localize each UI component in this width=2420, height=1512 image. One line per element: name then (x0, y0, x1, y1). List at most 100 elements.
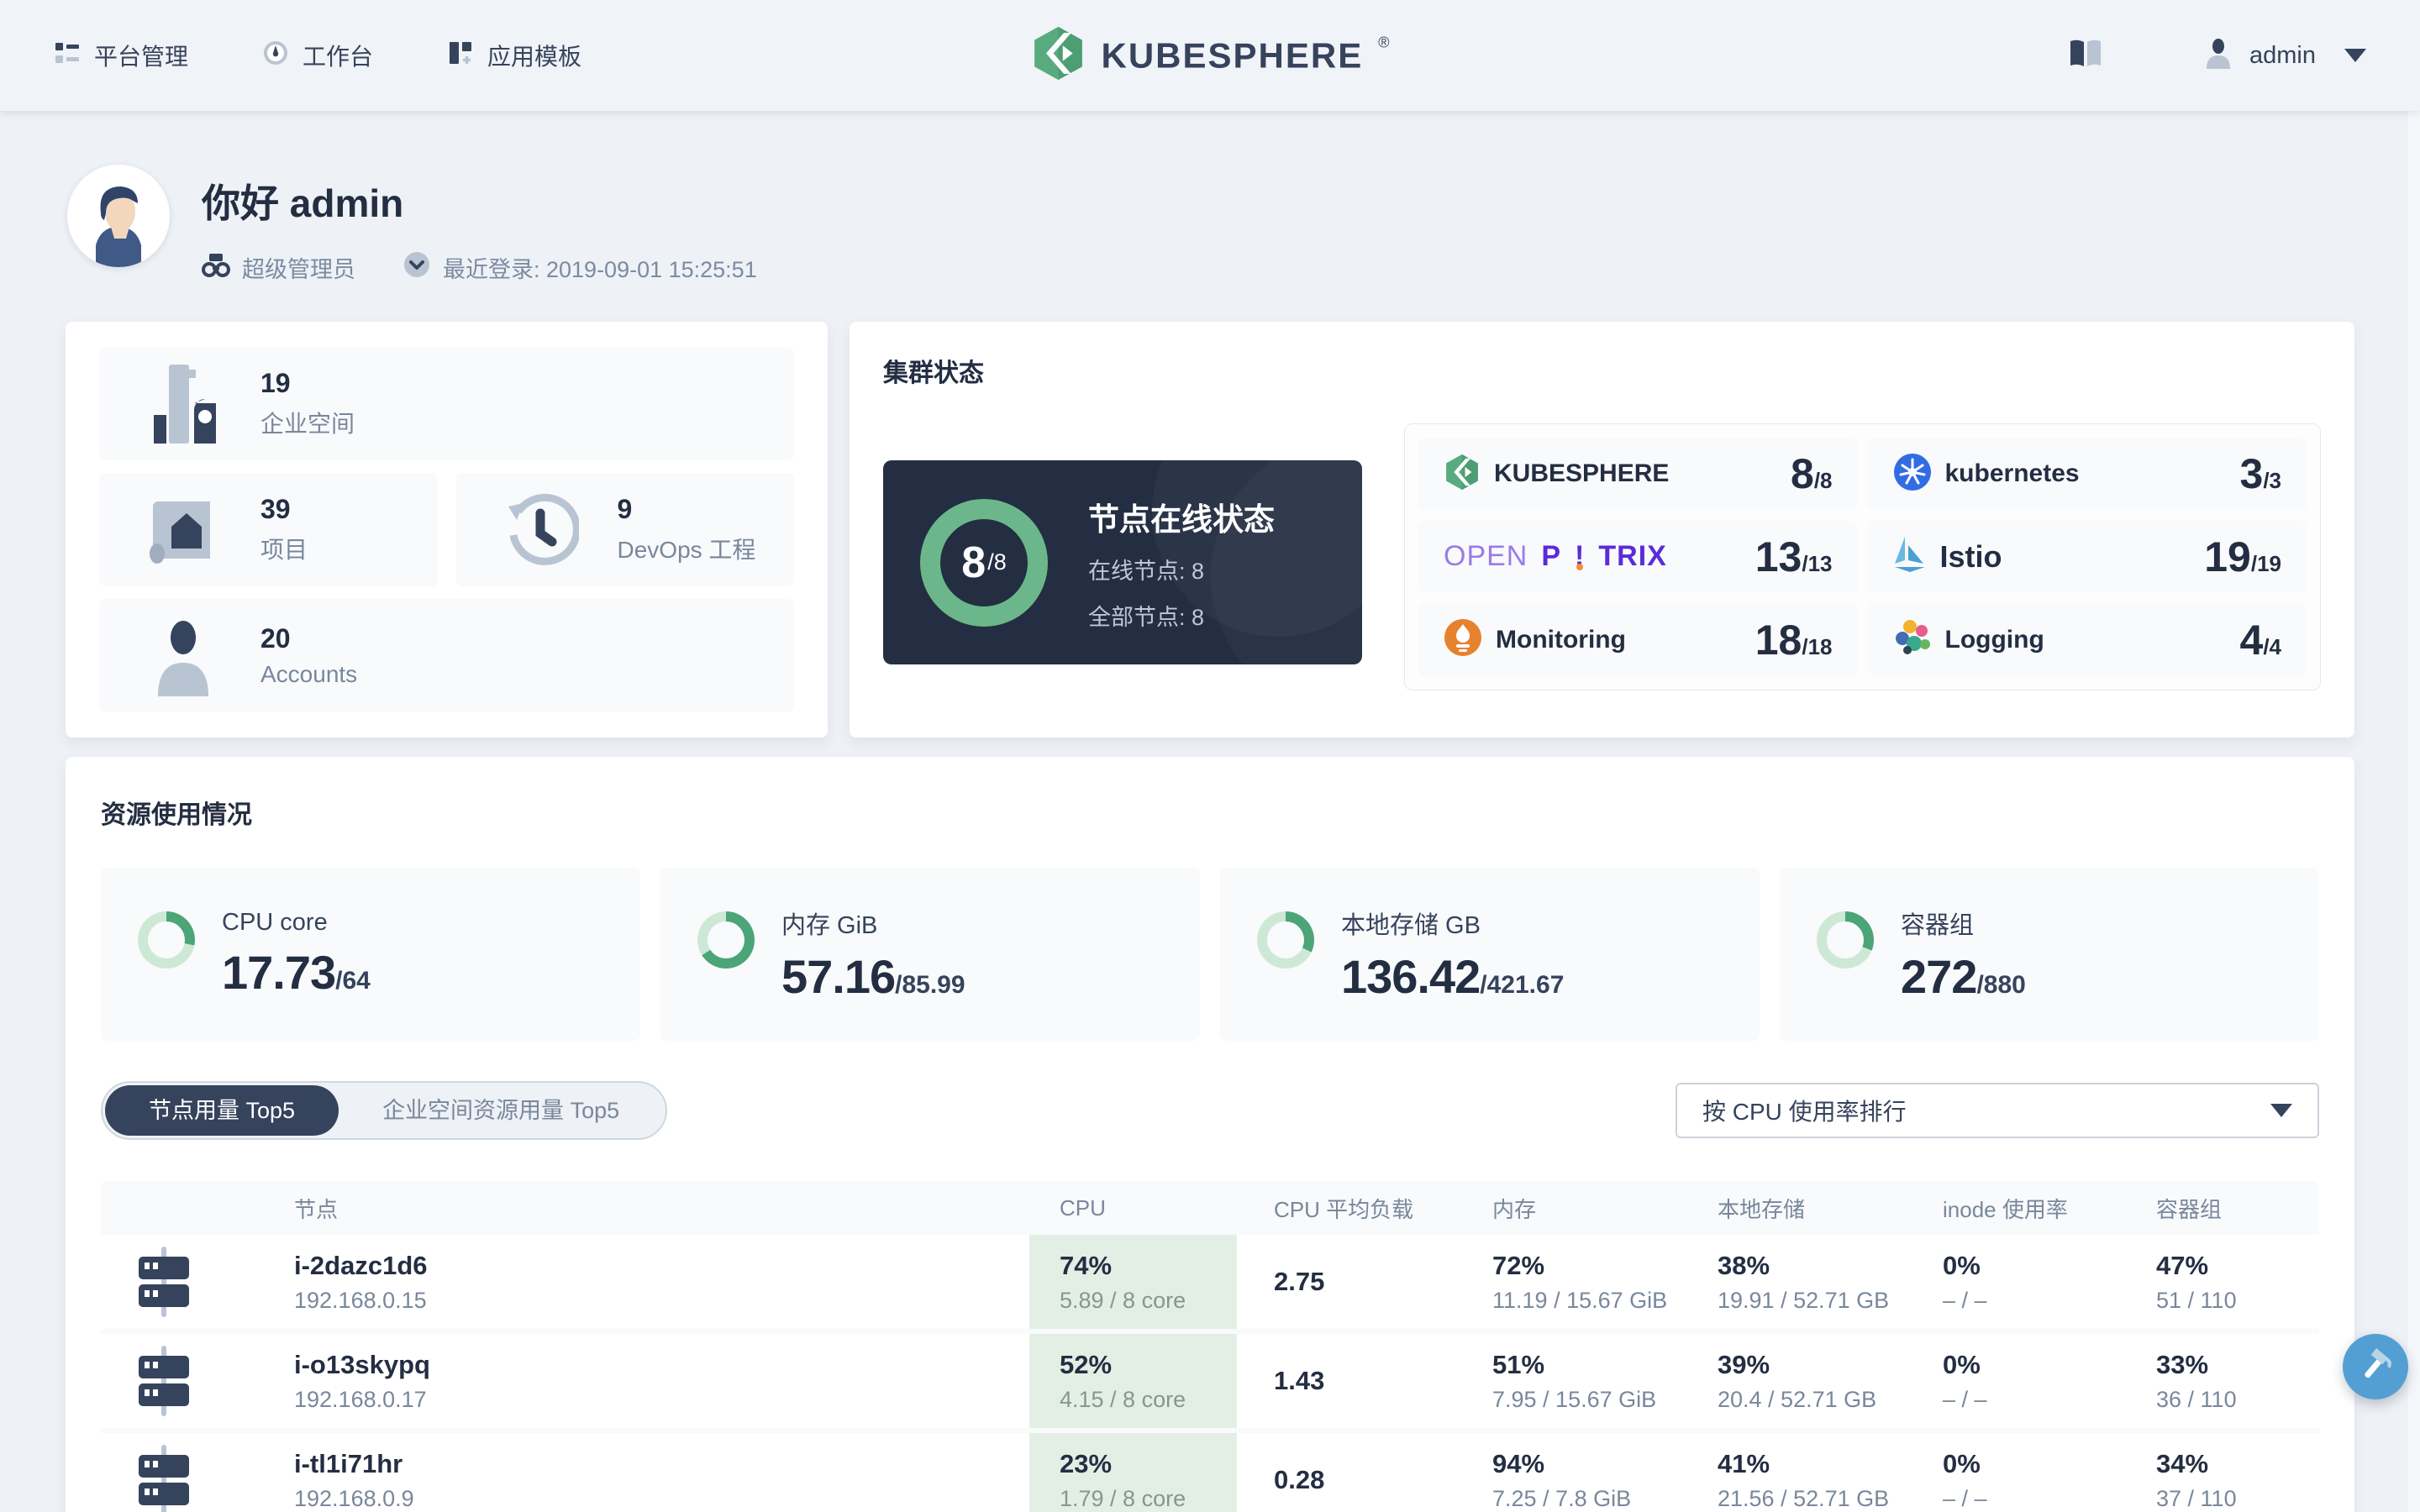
workbench-icon (262, 39, 289, 72)
header-right: admin (2068, 38, 2366, 73)
openpitrix-wordmark: OPEN P! TRIX (1444, 540, 1667, 573)
nav-item-app-templates[interactable]: 应用模板 (447, 39, 581, 72)
cpu-detail: 1.79 / 8 core (1060, 1485, 1186, 1511)
table-row[interactable]: i-2dazc1d6 192.168.0.15 74% 5.89 / 8 cor… (101, 1235, 2319, 1329)
last-login-label: 最近登录: 2019-09-01 15:25:51 (443, 257, 757, 282)
nav-item-label: 应用模板 (487, 44, 582, 70)
platform-icon (54, 39, 81, 72)
table-row[interactable]: i-o13skypq 192.168.0.17 52% 4.15 / 8 cor… (101, 1334, 2319, 1428)
pods-cell: 34% 37 / 110 (2131, 1449, 2319, 1512)
component-kubesphere: KUBESPHERE 8 /8 (1418, 438, 1858, 511)
component-kubernetes: kubernetes 3 /3 (1867, 438, 2307, 511)
kubesphere-hexagon-icon (1444, 454, 1481, 495)
node-status-heading: 节点在线状态 (1088, 501, 1275, 537)
role-badge: 超级管理员 (202, 251, 355, 284)
resource-summary-cards: CPU core 17.73/64 内存 GiB 57.16/85.99 本地存… (101, 868, 2319, 1041)
cpu-usage-donut (138, 911, 195, 969)
nav-item-platform[interactable]: 平台管理 (54, 39, 188, 72)
overview-stats-card: 19 企业空间 39 项目 9 DevOps 工程 20 Accounts (66, 322, 828, 738)
stat-value: 19 (260, 368, 291, 398)
cpu-cell: 52% 4.15 / 8 core (1029, 1334, 1237, 1428)
sort-by-select[interactable]: 按 CPU 使用率排行 (1676, 1083, 2319, 1138)
storage-detail: 19.91 / 52.71 GB (1718, 1287, 1890, 1313)
storage-percent: 38% (1718, 1250, 1770, 1280)
node-total-count: /8 (987, 549, 1007, 575)
node-name: i-2dazc1d6 (294, 1250, 428, 1280)
pods-percent: 33% (2156, 1349, 2209, 1379)
inode-detail: – / – (1943, 1386, 1987, 1412)
nav-item-workbench[interactable]: 工作台 (262, 39, 373, 72)
accounts-icon (143, 616, 224, 696)
resource-used: 136.42 (1341, 949, 1481, 1003)
component-name: Monitoring (1496, 625, 1626, 654)
pods-detail: 36 / 110 (2156, 1386, 2237, 1412)
resource-label: 容器组 (1901, 911, 1975, 939)
istio-icon (1893, 535, 1927, 578)
component-name: kubernetes (1944, 459, 2080, 488)
stat-tile-accounts[interactable]: 20 Accounts (99, 599, 794, 712)
kubesphere-logo[interactable]: KUBESPHERE ® (1031, 26, 1390, 86)
pods-detail: 37 / 110 (2156, 1485, 2237, 1511)
kubernetes-icon (1893, 453, 1932, 496)
cluster-status-card: 集群状态 8 /8 节点在线状态 在线节点: 8 全部节点: 8 KUBESPH… (850, 322, 2354, 738)
toolbox-fab-button[interactable] (2343, 1334, 2408, 1399)
table-row[interactable]: i-tl1i71hr 192.168.0.9 23% 1.79 / 8 core… (101, 1433, 2319, 1512)
user-menu[interactable]: admin (2204, 38, 2366, 73)
node-online-count: 8 (961, 538, 986, 587)
resource-tile-pods: 容器组 272/880 (1780, 868, 2319, 1041)
memory-percent: 72% (1492, 1250, 1545, 1280)
nav-item-label: 平台管理 (94, 44, 189, 70)
node-ip: 192.168.0.17 (294, 1386, 427, 1412)
stat-label: 项目 (260, 537, 308, 563)
memory-usage-donut (697, 911, 755, 969)
col-header-storage: 本地存储 (1718, 1196, 1806, 1222)
component-name: KUBESPHERE (1494, 459, 1670, 488)
registered-mark: ® (1378, 34, 1390, 51)
node-total-line: 全部节点: 8 (1088, 604, 1205, 630)
memory-cell: 51% 7.95 / 15.67 GiB (1455, 1350, 1681, 1413)
resource-used: 272 (1901, 949, 1977, 1003)
resource-usage-title: 资源使用情况 (101, 801, 252, 829)
tab-node-usage[interactable]: 节点用量 Top5 (105, 1085, 339, 1136)
workspace-icon (143, 361, 224, 447)
resource-label: 内存 GiB (781, 911, 878, 939)
kubesphere-hexagon-icon (1031, 26, 1086, 86)
docs-book-icon[interactable] (2068, 39, 2103, 73)
scrollbar-track[interactable] (2407, 0, 2420, 1512)
stat-text: 19 企业空间 (260, 368, 355, 439)
role-label: 超级管理员 (242, 257, 355, 282)
pods-detail: 51 / 110 (2156, 1287, 2237, 1313)
main-nav: 平台管理 工作台 应用模板 (54, 39, 581, 72)
stat-value: 9 (617, 494, 633, 524)
cluster-status-title: 集群状态 (883, 360, 984, 387)
components-panel: KUBESPHERE 8 /8 kubernetes 3 /3 OPEN P! TR… (1404, 423, 2321, 690)
inode-percent: 0% (1943, 1349, 1981, 1379)
user-name: admin (2249, 41, 2316, 69)
component-count: 8 /8 (1791, 450, 1833, 498)
tab-workspace-usage[interactable]: 企业空间资源用量 Top5 (339, 1085, 663, 1136)
col-header-load: CPU 平均负载 (1274, 1196, 1414, 1222)
storage-cell: 38% 19.91 / 52.71 GB (1681, 1251, 1906, 1314)
col-header-pods: 容器组 (2156, 1196, 2223, 1222)
hammer-icon (2357, 1347, 2394, 1388)
user-icon (2204, 38, 2233, 73)
node-server-icon (101, 1346, 227, 1416)
app-templates-icon (447, 39, 474, 72)
stat-tile-workspaces[interactable]: 19 企业空间 (99, 347, 794, 460)
greeting-section: 你好 admin 超级管理员 最近登录: 2019-09-01 15:25:51 (67, 165, 757, 285)
chevron-down-icon (2270, 1104, 2292, 1117)
cpu-load-average: 0.28 (1274, 1465, 1325, 1494)
memory-detail: 7.95 / 15.67 GiB (1492, 1386, 1657, 1412)
stat-tile-projects[interactable]: 39 项目 (99, 473, 438, 586)
stat-tile-devops[interactable]: 9 DevOps 工程 (455, 473, 794, 586)
node-status-text: 节点在线状态 在线节点: 8 全部节点: 8 (1088, 494, 1275, 632)
monitoring-icon (1444, 618, 1482, 661)
inode-percent: 0% (1943, 1448, 1981, 1478)
pods-cell: 33% 36 / 110 (2131, 1350, 2319, 1413)
node-status-donut: 8 /8 (920, 498, 1048, 627)
inode-percent: 0% (1943, 1250, 1981, 1280)
greeting-title: 你好 admin (202, 181, 404, 225)
top5-tab-group: 节点用量 Top5 企业空间资源用量 Top5 (101, 1081, 668, 1140)
role-icon (202, 252, 230, 283)
component-name: Istio (1939, 538, 2002, 574)
